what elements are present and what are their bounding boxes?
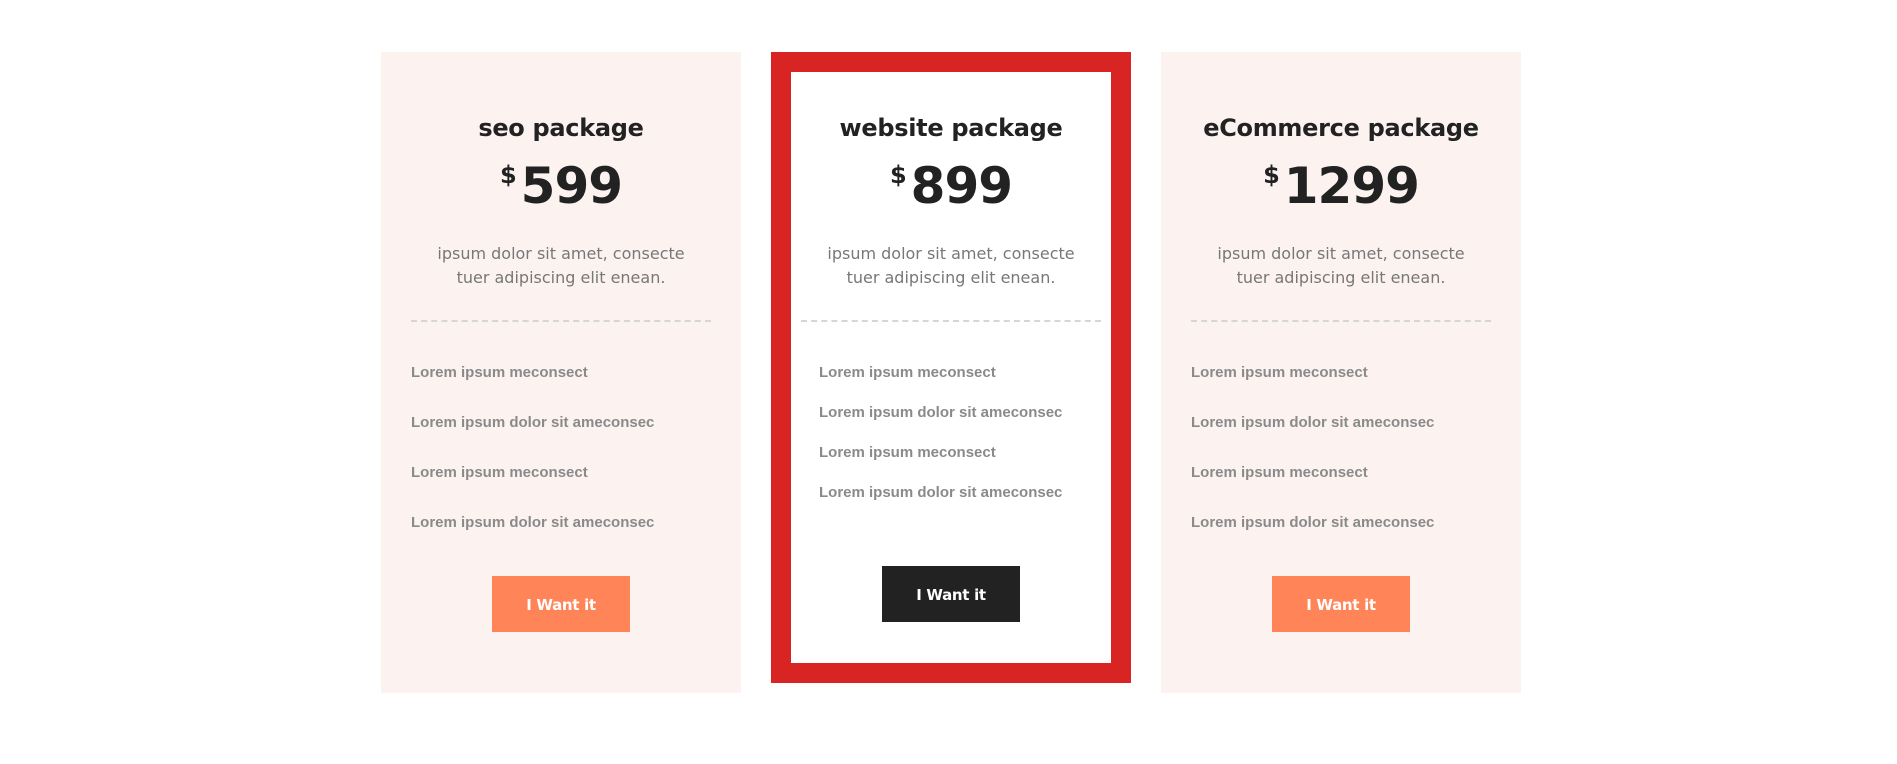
i-want-it-button[interactable]: I Want it: [882, 566, 1020, 622]
i-want-it-button[interactable]: I Want it: [1272, 576, 1410, 632]
i-want-it-button[interactable]: I Want it: [492, 576, 630, 632]
currency-symbol: $: [499, 161, 517, 189]
pricing-card-seo: seo package $599 ipsum dolor sit amet, c…: [381, 52, 741, 693]
package-description: ipsum dolor sit amet, consecte tuer adip…: [827, 244, 1075, 287]
pricing-card-ecommerce: eCommerce package $1299 ipsum dolor sit …: [1161, 52, 1521, 693]
feature-item: Lorem ipsum meconsect: [411, 364, 588, 381]
price-amount: 899: [910, 157, 1013, 215]
package-title: website package: [839, 114, 1063, 142]
feature-item: Lorem ipsum dolor sit ameconsec: [411, 414, 655, 431]
feature-list: Lorem ipsum meconsect Lorem ipsum dolor …: [819, 364, 1091, 524]
package-price: $599: [381, 157, 741, 215]
price-amount: 1299: [1283, 157, 1420, 215]
feature-item: Lorem ipsum meconsect: [819, 364, 996, 381]
package-title: seo package: [478, 114, 644, 142]
feature-item: Lorem ipsum dolor sit ameconsec: [411, 514, 655, 531]
dashed-divider: [801, 320, 1101, 322]
feature-list: Lorem ipsum meconsect Lorem ipsum dolor …: [1191, 364, 1501, 564]
dashed-divider: [1191, 320, 1491, 322]
currency-symbol: $: [1263, 161, 1280, 189]
feature-item: Lorem ipsum meconsect: [411, 464, 588, 481]
price-amount: 599: [520, 157, 623, 215]
package-price: $1299: [1161, 157, 1521, 215]
package-description: ipsum dolor sit amet, consecte tuer adip…: [1217, 244, 1465, 287]
feature-list: Lorem ipsum meconsect Lorem ipsum dolor …: [411, 364, 721, 564]
pricing-card-website: website package $899 ipsum dolor sit ame…: [771, 52, 1131, 683]
feature-item: Lorem ipsum dolor sit ameconsec: [1191, 414, 1435, 431]
feature-item: Lorem ipsum meconsect: [819, 444, 996, 461]
feature-item: Lorem ipsum dolor sit ameconsec: [1191, 514, 1435, 531]
package-title: eCommerce package: [1203, 114, 1479, 142]
currency-symbol: $: [889, 161, 907, 189]
package-description: ipsum dolor sit amet, consecte tuer adip…: [437, 244, 685, 287]
package-price: $899: [791, 157, 1111, 215]
feature-item: Lorem ipsum dolor sit ameconsec: [819, 404, 1063, 421]
feature-item: Lorem ipsum meconsect: [1191, 464, 1368, 481]
dashed-divider: [411, 320, 711, 322]
feature-item: Lorem ipsum meconsect: [1191, 364, 1368, 381]
feature-item: Lorem ipsum dolor sit ameconsec: [819, 484, 1063, 501]
